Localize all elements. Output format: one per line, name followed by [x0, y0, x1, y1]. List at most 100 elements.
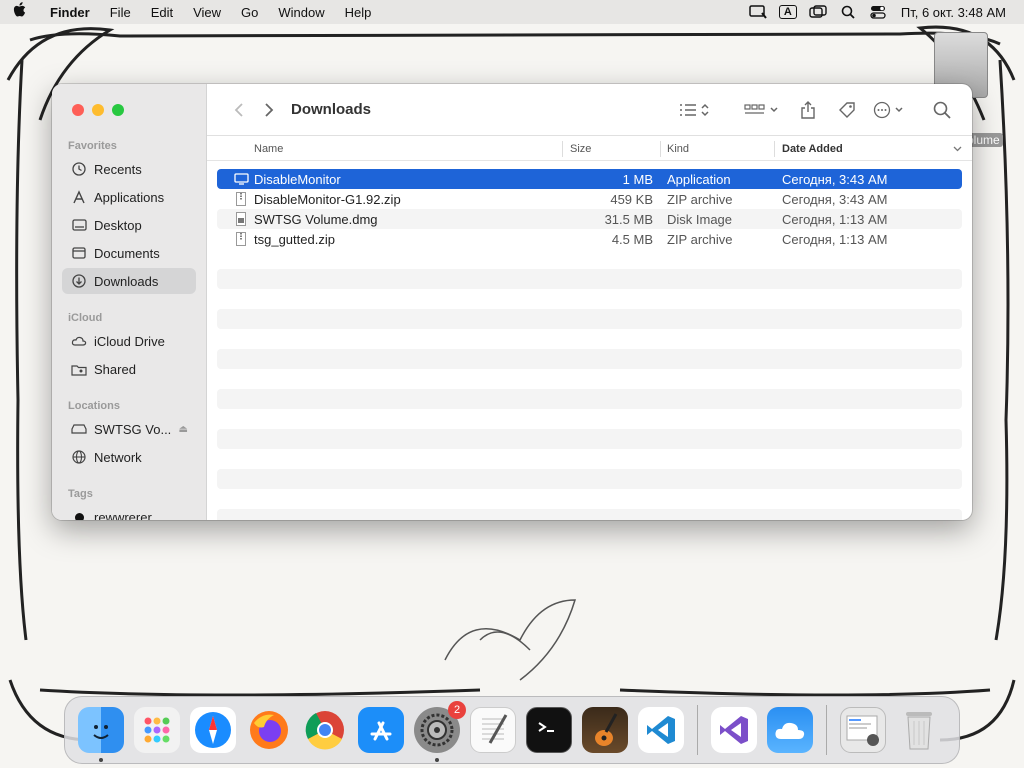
- empty-row-stripe: [217, 469, 962, 489]
- sidebar-item-tag[interactable]: rewwrerer: [62, 504, 196, 520]
- minimize-button[interactable]: [92, 104, 104, 116]
- chevron-right-icon: [265, 102, 274, 117]
- column-date-added[interactable]: Date Added: [782, 143, 843, 155]
- display-icon[interactable]: [743, 5, 773, 19]
- sidebar: Favorites Recents Applications Desktop D…: [52, 84, 207, 520]
- menu-help[interactable]: Help: [335, 5, 382, 20]
- empty-row-stripe: [217, 349, 962, 369]
- spotlight-search-icon[interactable]: [833, 5, 863, 19]
- tag-icon: [839, 101, 855, 118]
- menu-app-name[interactable]: Finder: [40, 5, 100, 20]
- sidebar-item-shared[interactable]: Shared: [62, 356, 196, 382]
- menu-go[interactable]: Go: [231, 5, 268, 20]
- menu-window[interactable]: Window: [268, 5, 334, 20]
- input-source-label: A: [778, 5, 797, 19]
- empty-row-stripe: [217, 509, 962, 520]
- sidebar-item-network[interactable]: Network: [62, 444, 196, 470]
- vscode-icon[interactable]: [638, 707, 684, 753]
- column-kind[interactable]: Kind: [667, 143, 689, 155]
- sort-chevron-down-icon[interactable]: [953, 146, 962, 152]
- file-kind: ZIP archive: [667, 191, 733, 207]
- downloads-stack-icon[interactable]: [840, 707, 886, 753]
- file-kind: Application: [667, 171, 731, 187]
- garageband-icon[interactable]: [582, 707, 628, 753]
- file-size: 4.5 MB: [611, 231, 653, 247]
- file-date: Сегодня, 1:13 AM: [782, 231, 888, 247]
- firefox-icon[interactable]: [246, 707, 292, 753]
- forward-button[interactable]: [257, 102, 281, 118]
- file-date: Сегодня, 3:43 AM: [782, 171, 888, 187]
- menu-view[interactable]: View: [183, 5, 231, 20]
- sidebar-item-recents[interactable]: Recents: [62, 156, 196, 182]
- visual-studio-icon[interactable]: [711, 707, 757, 753]
- file-name: tsg_gutted.zip: [254, 231, 335, 247]
- column-name[interactable]: Name: [254, 143, 283, 155]
- chrome-icon[interactable]: [302, 707, 348, 753]
- table-row[interactable]: SWTSG Volume.dmg 31.5 MB Disk Image Сего…: [217, 209, 962, 229]
- tag-button[interactable]: [828, 101, 866, 119]
- tag-dot-icon: [70, 509, 88, 520]
- table-row[interactable]: DisableMonitor-G1.92.zip 459 KB ZIP arch…: [217, 189, 962, 209]
- file-date: Сегодня, 3:43 AM: [782, 191, 888, 207]
- share-icon: [801, 100, 815, 119]
- launchpad-icon[interactable]: [134, 707, 180, 753]
- terminal-icon[interactable]: [526, 707, 572, 753]
- safari-icon[interactable]: [190, 707, 236, 753]
- cloud-icon: [70, 333, 88, 349]
- zoom-button[interactable]: [112, 104, 124, 116]
- window-switch-icon[interactable]: [803, 5, 833, 19]
- more-actions-button[interactable]: [866, 101, 914, 119]
- file-date: Сегодня, 1:13 AM: [782, 211, 888, 227]
- eject-icon[interactable]: ⏏: [179, 424, 188, 435]
- table-row[interactable]: DisableMonitor 1 MB Application Сегодня,…: [217, 169, 962, 189]
- list-view-icon: [680, 103, 709, 116]
- sidebar-item-desktop[interactable]: Desktop: [62, 212, 196, 238]
- system-settings-icon[interactable]: 2: [414, 701, 466, 762]
- input-source-icon[interactable]: A: [773, 5, 803, 19]
- sidebar-item-documents[interactable]: Documents: [62, 240, 196, 266]
- app-store-icon[interactable]: [358, 707, 404, 753]
- finder-icon[interactable]: [78, 707, 124, 762]
- share-button[interactable]: [788, 100, 828, 119]
- textedit-icon[interactable]: [470, 707, 516, 753]
- sidebar-item-applications[interactable]: Applications: [62, 184, 196, 210]
- file-size: 459 KB: [610, 191, 653, 207]
- apple-menu-icon[interactable]: [0, 2, 40, 22]
- window-controls: [72, 104, 124, 116]
- empty-row-stripe: [217, 269, 962, 289]
- menu-file[interactable]: File: [100, 5, 141, 20]
- group-button[interactable]: [736, 102, 788, 118]
- control-center-icon[interactable]: [863, 5, 893, 19]
- sidebar-section-favorites: Favorites: [68, 140, 117, 152]
- sidebar-item-label: rewwrerer: [94, 509, 152, 521]
- column-header-row: Name Size Kind Date Added: [207, 137, 972, 161]
- search-button[interactable]: [922, 101, 962, 119]
- sidebar-item-downloads[interactable]: Downloads: [62, 268, 196, 294]
- application-icon: [233, 171, 249, 187]
- file-name: DisableMonitor-G1.92.zip: [254, 191, 401, 207]
- trash-icon[interactable]: [896, 707, 942, 753]
- drive-icon: [70, 421, 88, 437]
- dock-separator: [826, 705, 827, 755]
- sidebar-item-label: iCloud Drive: [94, 333, 165, 349]
- sidebar-section-tags: Tags: [68, 488, 93, 500]
- back-button[interactable]: [221, 102, 257, 118]
- view-list-button[interactable]: [670, 102, 722, 118]
- sidebar-item-swtsg-volume[interactable]: SWTSG Vo... ⏏: [62, 416, 196, 442]
- menu-edit[interactable]: Edit: [141, 5, 183, 20]
- file-list: DisableMonitor 1 MB Application Сегодня,…: [217, 169, 962, 249]
- file-kind: ZIP archive: [667, 231, 733, 247]
- menu-clock[interactable]: Пт, 6 окт. 3:48 AM: [901, 5, 1006, 20]
- table-row[interactable]: tsg_gutted.zip 4.5 MB ZIP archive Сегодн…: [217, 229, 962, 249]
- search-icon: [933, 101, 951, 119]
- applications-icon: [70, 189, 88, 205]
- sidebar-item-label: Network: [94, 449, 142, 465]
- close-button[interactable]: [72, 104, 84, 116]
- document-icon: [70, 245, 88, 261]
- file-size: 31.5 MB: [604, 211, 653, 227]
- empty-row-stripe: [217, 309, 962, 329]
- file-kind: Disk Image: [667, 211, 733, 227]
- sidebar-item-icloud-drive[interactable]: iCloud Drive: [62, 328, 196, 354]
- weather-icon[interactable]: [767, 707, 813, 753]
- column-size[interactable]: Size: [570, 143, 591, 155]
